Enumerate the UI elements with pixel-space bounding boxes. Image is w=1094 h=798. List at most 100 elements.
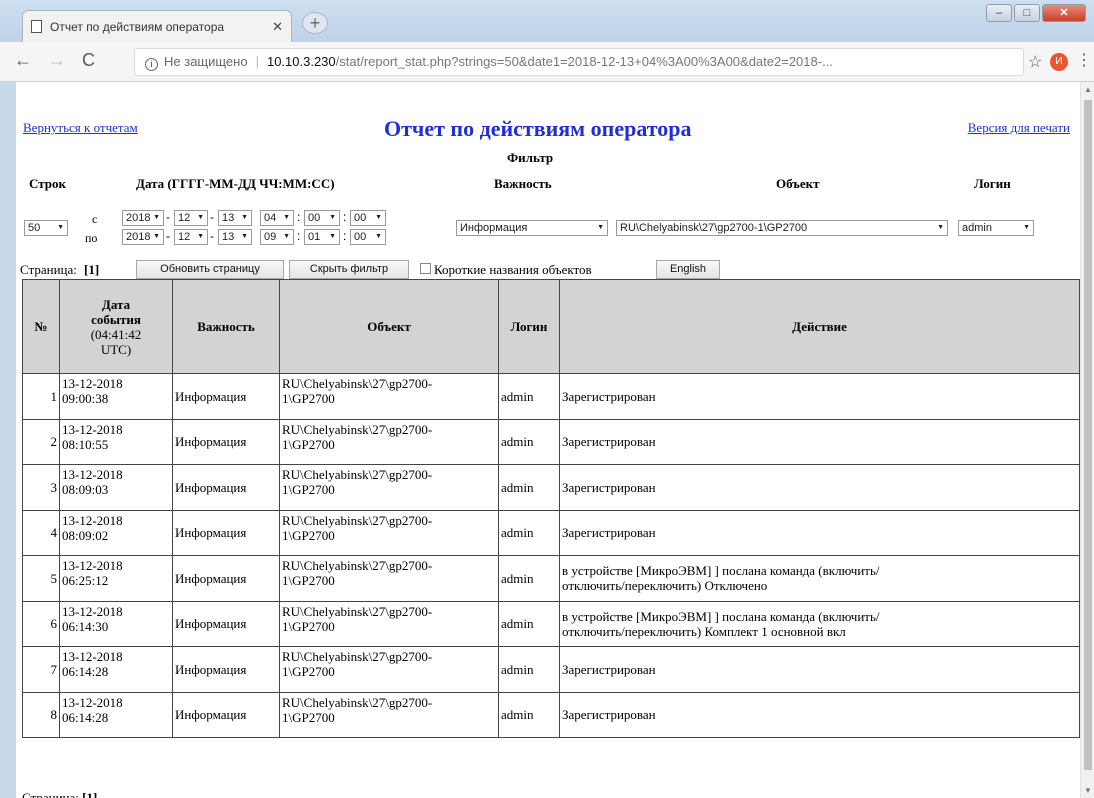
row-date: 13-12-2018 bbox=[62, 694, 123, 710]
from-month-select[interactable]: 12 bbox=[174, 210, 208, 226]
row-number: 5 bbox=[22, 555, 60, 602]
address-bar[interactable]: i Не защищено | 10.10.3.230/stat/report_sta… bbox=[134, 48, 1024, 76]
profile-avatar[interactable]: И bbox=[1050, 53, 1068, 71]
row-object-line: 1\GP2700 bbox=[282, 709, 335, 725]
scroll-up-icon[interactable]: ▲ bbox=[1084, 85, 1092, 94]
to-month-select[interactable]: 12 bbox=[174, 229, 208, 245]
row-object: RU\Chelyabinsk\27\gp2700- 1\GP2700 bbox=[279, 418, 499, 465]
row-login: admin bbox=[498, 373, 560, 420]
close-window-button[interactable]: ✕ bbox=[1042, 4, 1086, 22]
filter-header-rows: Строк bbox=[29, 176, 66, 191]
row-datetime: 13-12-2018 06:14:28 bbox=[59, 646, 173, 693]
row-date: 13-12-2018 bbox=[62, 467, 123, 482]
time-separator: : bbox=[297, 229, 301, 243]
row-login: admin bbox=[498, 509, 560, 556]
row-severity: Информация bbox=[172, 555, 280, 602]
short-names-checkbox[interactable] bbox=[420, 263, 431, 274]
to-minute-select[interactable]: 01 bbox=[304, 229, 340, 245]
row-time: 06:14:30 bbox=[62, 618, 109, 634]
row-object: RU\Chelyabinsk\27\gp2700- 1\GP2700 bbox=[279, 373, 499, 420]
url-path: /stat/report_stat.php?strings=50&date1=2… bbox=[335, 54, 833, 69]
forward-icon[interactable]: → bbox=[48, 50, 66, 71]
row-datetime: 13-12-2018 09:00:38 bbox=[59, 373, 173, 420]
reload-icon[interactable]: C bbox=[82, 50, 95, 71]
table-row: 6 13-12-2018 06:14:30 Информация RU\Chelyabi… bbox=[22, 600, 1080, 647]
browser-tab[interactable]: Отчет по действиям оператора ✕ bbox=[22, 10, 292, 42]
login-select[interactable]: admin bbox=[958, 220, 1034, 236]
info-icon[interactable]: i bbox=[145, 58, 158, 71]
back-icon[interactable]: ← bbox=[14, 50, 32, 71]
from-label: с bbox=[92, 212, 98, 226]
header-action: Действие bbox=[559, 279, 1080, 374]
from-year-select[interactable]: 2018 bbox=[122, 210, 164, 226]
time-separator: : bbox=[297, 210, 301, 224]
table-row: 7 13-12-2018 06:14:28 Информация RU\Chelyabi… bbox=[22, 646, 1080, 693]
row-login: admin bbox=[498, 646, 560, 693]
row-object-line: RU\Chelyabinsk\27\gp2700- bbox=[282, 649, 433, 664]
maximize-button[interactable]: □ bbox=[1014, 4, 1040, 22]
to-hour-select[interactable]: 09 bbox=[260, 229, 294, 245]
to-day-select[interactable]: 13 bbox=[218, 229, 252, 245]
row-number: 6 bbox=[22, 600, 60, 647]
to-year-select[interactable]: 2018 bbox=[122, 229, 164, 245]
row-object-line: 1\GP2700 bbox=[282, 573, 335, 588]
english-button[interactable]: English bbox=[656, 260, 720, 279]
row-object: RU\Chelyabinsk\27\gp2700- 1\GP2700 bbox=[279, 646, 499, 693]
row-action-line: Зарегистрирован bbox=[562, 525, 656, 541]
page-icon bbox=[31, 20, 42, 33]
back-to-reports-link[interactable]: Вернуться к отчетам bbox=[23, 120, 138, 136]
row-object-line: 1\GP2700 bbox=[282, 482, 335, 497]
row-object-line: 1\GP2700 bbox=[282, 527, 335, 543]
row-action: Зарегистрирован bbox=[559, 464, 1080, 511]
refresh-page-button[interactable]: Обновить страницу bbox=[136, 260, 284, 279]
from-minute-select[interactable]: 00 bbox=[304, 210, 340, 226]
table-header-row: № Дата события (04:41:42 UTC) Важность О… bbox=[22, 279, 1080, 374]
rows-select[interactable]: 50 bbox=[24, 220, 68, 236]
filter-title: Фильтр bbox=[507, 150, 554, 165]
from-second-select[interactable]: 00 bbox=[350, 210, 386, 226]
browser-toolbar: ← → C i Не защищено | 10.10.3.230/stat/repo… bbox=[0, 42, 1094, 82]
row-time: 08:09:03 bbox=[62, 482, 109, 497]
row-datetime: 13-12-2018 08:09:02 bbox=[59, 509, 173, 556]
row-object-line: 1\GP2700 bbox=[282, 436, 335, 452]
menu-icon[interactable]: ⋮ bbox=[1076, 50, 1092, 70]
row-object-line: RU\Chelyabinsk\27\gp2700- bbox=[282, 694, 433, 710]
close-tab-icon[interactable]: ✕ bbox=[272, 19, 283, 35]
current-page: [1] bbox=[84, 262, 100, 277]
row-number: 2 bbox=[22, 418, 60, 465]
new-tab-button[interactable]: + bbox=[302, 12, 328, 34]
page-viewport: Вернуться к отчетам Отчет по действиям о… bbox=[16, 82, 1080, 798]
bottom-current-page: [1] bbox=[82, 790, 98, 798]
header-date: Дата события (04:41:42 UTC) bbox=[59, 279, 173, 374]
star-icon[interactable]: ☆ bbox=[1028, 52, 1042, 72]
hide-filter-button[interactable]: Скрыть фильтр bbox=[289, 260, 409, 279]
print-version-link[interactable]: Версия для печати bbox=[968, 120, 1070, 136]
bottom-pager: Страница: [1] bbox=[22, 790, 97, 798]
date-separator: - bbox=[166, 210, 170, 224]
vertical-scrollbar[interactable]: ▲ ▼ bbox=[1080, 82, 1094, 798]
object-select[interactable]: RU\Chelyabinsk\27\gp2700-1\GP2700 bbox=[616, 220, 948, 236]
page-label: Страница: bbox=[20, 262, 77, 277]
severity-select[interactable]: Информация bbox=[456, 220, 608, 236]
date-separator: - bbox=[210, 229, 214, 243]
row-object-line: RU\Chelyabinsk\27\gp2700- bbox=[282, 603, 433, 619]
header-object: Объект bbox=[279, 279, 499, 374]
table-row: 1 13-12-2018 09:00:38 Информация RU\Chelyabi… bbox=[22, 373, 1080, 420]
row-action-line: Зарегистрирован bbox=[562, 661, 656, 677]
header-severity: Важность bbox=[172, 279, 280, 374]
row-date: 13-12-2018 bbox=[62, 376, 123, 391]
row-login: admin bbox=[498, 464, 560, 511]
row-action-line: отключить/переключить) Отключено bbox=[562, 578, 768, 594]
filter-header-date: Дата (ГГГГ-ММ-ДД ЧЧ:ММ:СС) bbox=[136, 176, 335, 191]
from-hour-select[interactable]: 04 bbox=[260, 210, 294, 226]
table-row: 5 13-12-2018 06:25:12 Информация RU\Chelyabi… bbox=[22, 555, 1080, 602]
scroll-down-icon[interactable]: ▼ bbox=[1084, 786, 1092, 795]
row-action: Зарегистрирован bbox=[559, 691, 1080, 738]
operator-actions-table: № Дата события (04:41:42 UTC) Важность О… bbox=[22, 279, 1080, 738]
row-action-line: отключить/переключить) Комплект 1 основн… bbox=[562, 623, 846, 639]
to-second-select[interactable]: 00 bbox=[350, 229, 386, 245]
minimize-button[interactable]: – bbox=[986, 4, 1012, 22]
from-day-select[interactable]: 13 bbox=[218, 210, 252, 226]
tab-title: Отчет по действиям оператора bbox=[50, 19, 225, 34]
scrollbar-thumb[interactable] bbox=[1084, 100, 1092, 770]
